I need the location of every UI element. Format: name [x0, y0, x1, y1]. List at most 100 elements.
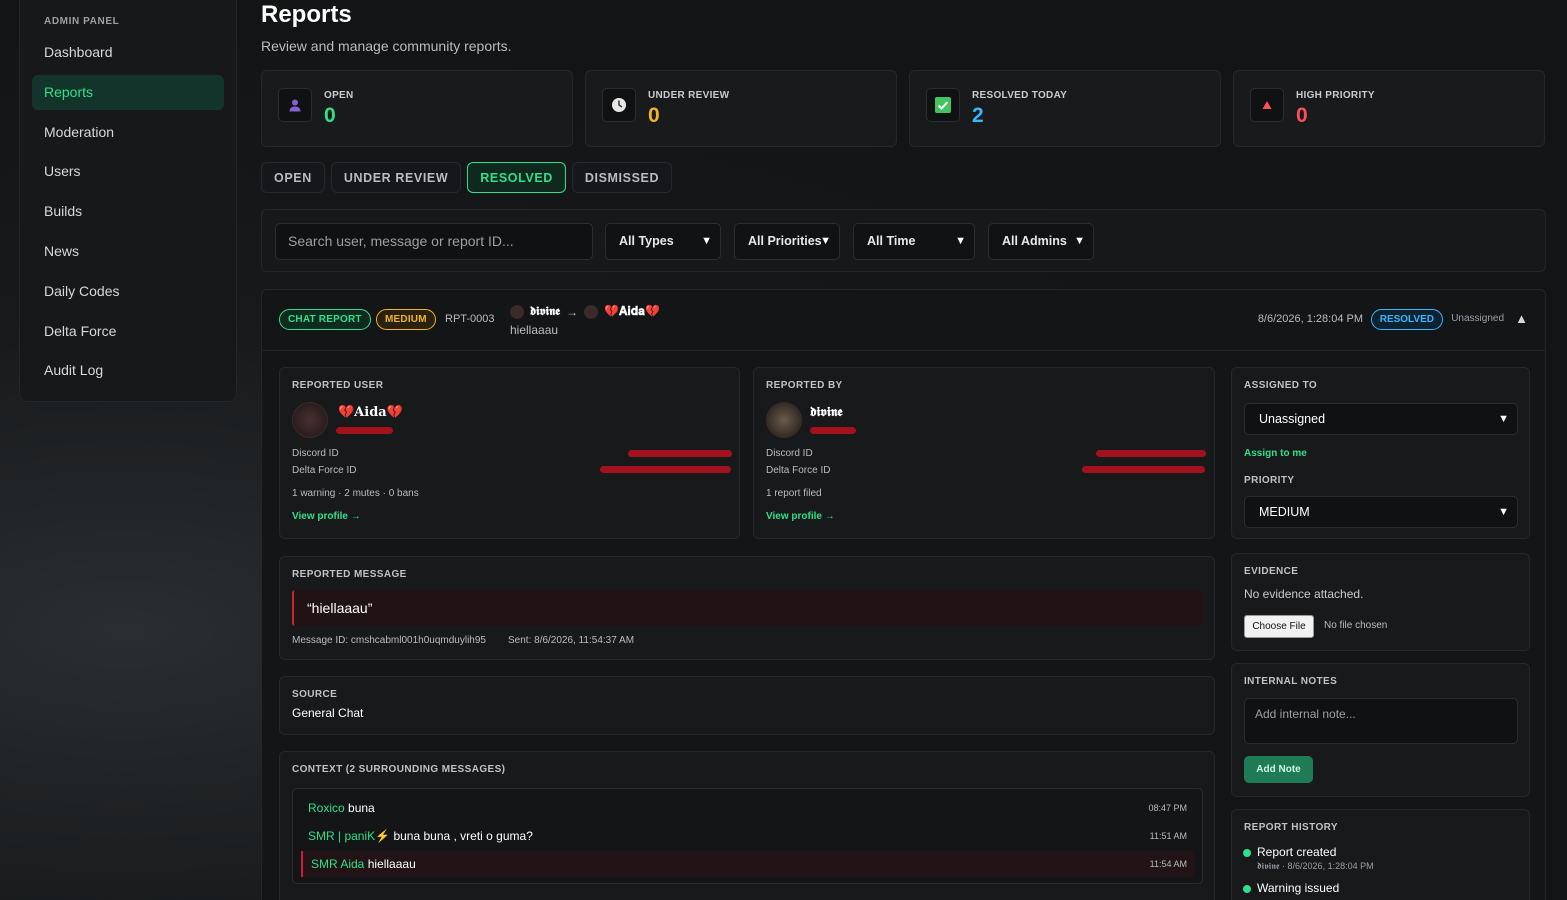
- sidebar-item-news[interactable]: News: [32, 234, 224, 269]
- evidence-status: No evidence attached.: [1244, 587, 1364, 601]
- delta-force-id-label: Delta Force ID: [766, 465, 831, 476]
- report-type-badge: CHAT REPORT: [279, 309, 371, 330]
- report-id: RPT-0003: [445, 313, 495, 325]
- history-dot-icon: [1243, 885, 1251, 893]
- stat-value: 0: [1296, 104, 1308, 127]
- context-author: SMR | paniK⚡: [308, 829, 391, 843]
- avatar: [510, 304, 524, 319]
- stat-value: 0: [324, 104, 336, 127]
- sidebar-item-delta-force[interactable]: Delta Force: [32, 314, 224, 349]
- discord-id-label: Discord ID: [292, 448, 339, 459]
- priority-filter-select[interactable]: All Priorities ▼: [734, 223, 840, 260]
- context-time: 11:54 AM: [1149, 859, 1187, 869]
- card-label: REPORTED BY: [766, 380, 843, 391]
- assignee-select[interactable]: Unassigned ▼: [1244, 403, 1518, 435]
- redacted-mark: [628, 450, 732, 457]
- sidebar-item-builds[interactable]: Builds: [32, 194, 224, 229]
- priority-badge: MEDIUM: [376, 309, 436, 330]
- chevron-down-icon: ▼: [1498, 413, 1509, 425]
- sidebar-item-reports[interactable]: Reports: [32, 74, 224, 110]
- status-badge: RESOLVED: [1370, 309, 1443, 330]
- priority-select[interactable]: MEDIUM ▼: [1244, 496, 1518, 528]
- reported-name: 💔𝐀𝐢𝐝𝐚💔: [604, 304, 660, 318]
- page-subtitle: Review and manage community reports.: [261, 38, 512, 54]
- report-parties: 𝖉𝖎𝖛𝖎𝖓𝖊 → 💔𝐀𝐢𝐝𝐚💔: [510, 304, 660, 319]
- type-filter-select[interactable]: All Types ▼: [605, 223, 721, 260]
- view-profile-link[interactable]: View profile →: [766, 511, 835, 522]
- evidence-card: EVIDENCE No evidence attached. Choose Fi…: [1231, 553, 1530, 651]
- source-value: General Chat: [292, 706, 364, 720]
- redacted-mark: [810, 427, 856, 434]
- report-header[interactable]: CHAT REPORT MEDIUM RPT-0003 𝖉𝖎𝖛𝖎𝖓𝖊 → 💔𝐀𝐢…: [262, 290, 1545, 351]
- admin-filter-label: All Admins: [1002, 234, 1067, 248]
- card-label: ASSIGNED TO: [1244, 380, 1318, 391]
- time-filter-select[interactable]: All Time ▼: [853, 223, 975, 260]
- sidebar-item-moderation[interactable]: Moderation: [32, 115, 224, 150]
- priority-label: PRIORITY: [1244, 475, 1295, 486]
- choose-file-button[interactable]: Choose File: [1244, 615, 1314, 638]
- collapse-icon[interactable]: ▲: [1515, 311, 1528, 326]
- chevron-down-icon: ▼: [1074, 235, 1085, 247]
- report-history-card: REPORT HISTORY Report created 𝖉𝖎𝖛𝖎𝖓𝖊 · 8…: [1231, 809, 1530, 900]
- add-note-button[interactable]: Add Note: [1244, 756, 1313, 783]
- admin-filter-select[interactable]: All Admins ▼: [988, 223, 1094, 260]
- avatar: [584, 304, 599, 319]
- stat-label: OPEN: [324, 90, 354, 101]
- reporter-name: 𝖉𝖎𝖛𝖎𝖓𝖊: [530, 304, 561, 318]
- report-date: 8/6/2026, 1:28:04 PM: [1257, 313, 1363, 325]
- main-content: Reports Review and manage community repo…: [261, 0, 1546, 900]
- sidebar: ADMIN PANEL Dashboard Reports Moderation…: [19, 0, 237, 402]
- sidebar-item-dashboard[interactable]: Dashboard: [32, 35, 224, 70]
- card-label: REPORTED USER: [292, 380, 384, 391]
- context-author: SMR Aida: [311, 857, 365, 871]
- reports-filed: 1 report filed: [766, 488, 822, 499]
- tab-open[interactable]: OPEN: [261, 162, 325, 193]
- internal-note-input[interactable]: Add internal note...: [1244, 698, 1518, 744]
- internal-notes-card: INTERNAL NOTES Add internal note... Add …: [1231, 663, 1530, 797]
- tab-under-review[interactable]: UNDER REVIEW: [330, 162, 462, 193]
- context-text: buna: [348, 801, 375, 815]
- view-profile-link[interactable]: View profile →: [292, 511, 361, 522]
- message-id: Message ID: cmshcabml001h0uqmduylih95: [292, 635, 486, 646]
- history-dot-icon: [1243, 849, 1251, 857]
- context-message: Roxico buna 08:47 PM: [308, 801, 1187, 815]
- history-title: Warning issued: [1257, 881, 1340, 895]
- context-card: CONTEXT (2 SURROUNDING MESSAGES) Roxico …: [279, 751, 1215, 900]
- chevron-down-icon: ▼: [820, 235, 831, 247]
- sidebar-item-users[interactable]: Users: [32, 154, 224, 189]
- filter-bar: Search user, message or report ID... All…: [261, 209, 1546, 272]
- stat-label: HIGH PRIORITY: [1296, 90, 1375, 101]
- stat-open: OPEN 0: [261, 70, 573, 147]
- stat-resolved-today: RESOLVED TODAY 2: [909, 70, 1221, 147]
- card-label: CONTEXT (2 SURROUNDING MESSAGES): [292, 764, 506, 775]
- tab-dismissed[interactable]: DISMISSED: [571, 162, 673, 193]
- redacted-mark: [1082, 466, 1205, 473]
- stat-under-review: UNDER REVIEW 0: [585, 70, 897, 147]
- history-meta: 𝖉𝖎𝖛𝖎𝖓𝖊 · 8/6/2026, 1:28:04 PM: [1257, 861, 1374, 871]
- type-filter-label: All Types: [619, 234, 674, 248]
- search-input[interactable]: Search user, message or report ID...: [275, 223, 593, 260]
- file-chosen-label: No file chosen: [1324, 620, 1388, 631]
- source-card: SOURCE General Chat: [279, 676, 1215, 735]
- redacted-mark: [1096, 450, 1206, 457]
- context-time: 11:51 AM: [1149, 831, 1187, 841]
- sidebar-item-daily-codes[interactable]: Daily Codes: [32, 274, 224, 309]
- clock-icon: [602, 88, 636, 122]
- report-card: CHAT REPORT MEDIUM RPT-0003 𝖉𝖎𝖛𝖎𝖓𝖊 → 💔𝐀𝐢…: [261, 289, 1546, 900]
- message-preview: hiellaaau: [510, 323, 559, 337]
- check-icon: [926, 88, 960, 122]
- stat-high-priority: HIGH PRIORITY 0: [1233, 70, 1545, 147]
- stat-label: UNDER REVIEW: [648, 90, 730, 101]
- history-title: Report created: [1257, 845, 1337, 859]
- avatar: [766, 402, 802, 438]
- context-text: hiellaaau: [367, 857, 416, 871]
- discord-id-label: Discord ID: [766, 448, 813, 459]
- sidebar-item-audit-log[interactable]: Audit Log: [32, 353, 224, 388]
- assign-to-me-link[interactable]: Assign to me: [1244, 448, 1307, 459]
- card-label: EVIDENCE: [1244, 566, 1299, 577]
- avatar: [292, 402, 328, 438]
- assignee-label: Unassigned: [1451, 313, 1504, 324]
- tab-resolved[interactable]: RESOLVED: [467, 162, 566, 193]
- context-text: buna buna , vreti o guma?: [393, 829, 533, 843]
- person-icon: [278, 88, 312, 122]
